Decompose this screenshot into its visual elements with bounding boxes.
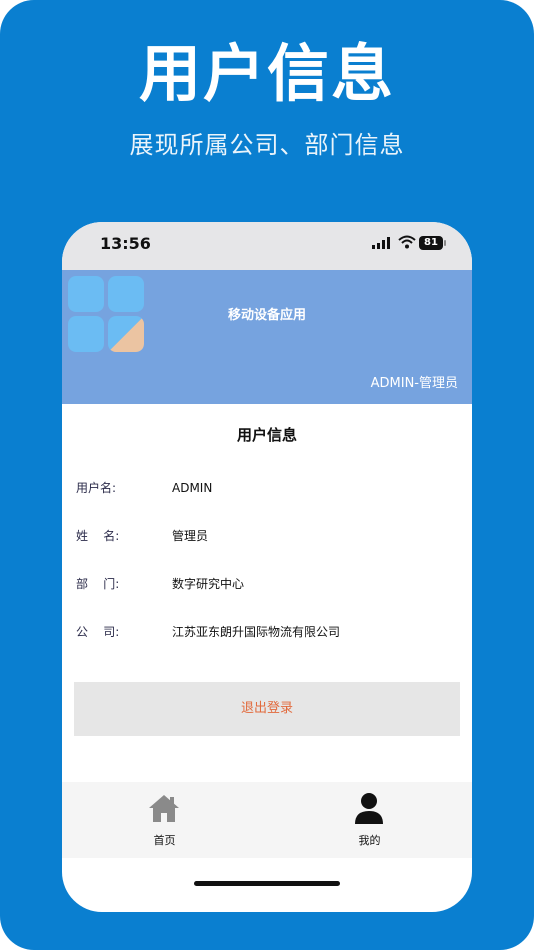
section-title: 用户信息 [236,426,297,444]
field-value: ADMIN [172,481,213,495]
field-label: 部 门: [76,577,120,591]
promo-background: 用户信息 展现所属公司、部门信息 13:56 81 移动设备应用 ADMIN-管… [0,0,534,950]
phone-screen: 13:56 81 移动设备应用 ADMIN-管理员 用户信息 用户名: ADMI… [62,222,472,912]
field-value: 江苏亚东朗升国际物流有限公司 [172,625,341,639]
field-value: 数字研究中心 [172,577,245,591]
field-company: 公 司: 江苏亚东朗升国际物流有限公司 [62,620,472,644]
home-icon [149,795,179,822]
battery-cap [444,240,446,246]
hero-title: 用户信息 [138,37,395,110]
user-icon [355,793,383,824]
tab-bar: 首页 我的 [62,782,472,858]
app-title: 移动设备应用 [227,308,306,323]
status-time: 13:56 [100,234,151,253]
tab-home[interactable]: 首页 [62,782,267,858]
field-value: 管理员 [172,529,209,543]
tab-mine[interactable]: 我的 [267,782,472,858]
app-header: 移动设备应用 ADMIN-管理员 [62,270,472,404]
user-role-label: ADMIN-管理员 [370,376,458,391]
field-label: 姓 名: [76,529,120,543]
wifi-icon [398,235,416,249]
home-indicator[interactable] [194,881,340,886]
field-name: 姓 名: 管理员 [62,524,472,548]
battery-icon: 81 [419,236,443,250]
hero-subtitle: 展现所属公司、部门信息 [129,131,405,159]
field-label: 公 司: [76,625,120,639]
field-department: 部 门: 数字研究中心 [62,572,472,596]
logout-button[interactable]: 退出登录 [74,682,460,736]
tab-label: 首页 [153,834,176,847]
tab-label: 我的 [358,834,381,847]
field-label: 用户名: [76,481,117,495]
signal-icon [372,237,390,249]
field-username: 用户名: ADMIN [62,476,472,500]
status-bar: 13:56 81 [62,222,472,270]
